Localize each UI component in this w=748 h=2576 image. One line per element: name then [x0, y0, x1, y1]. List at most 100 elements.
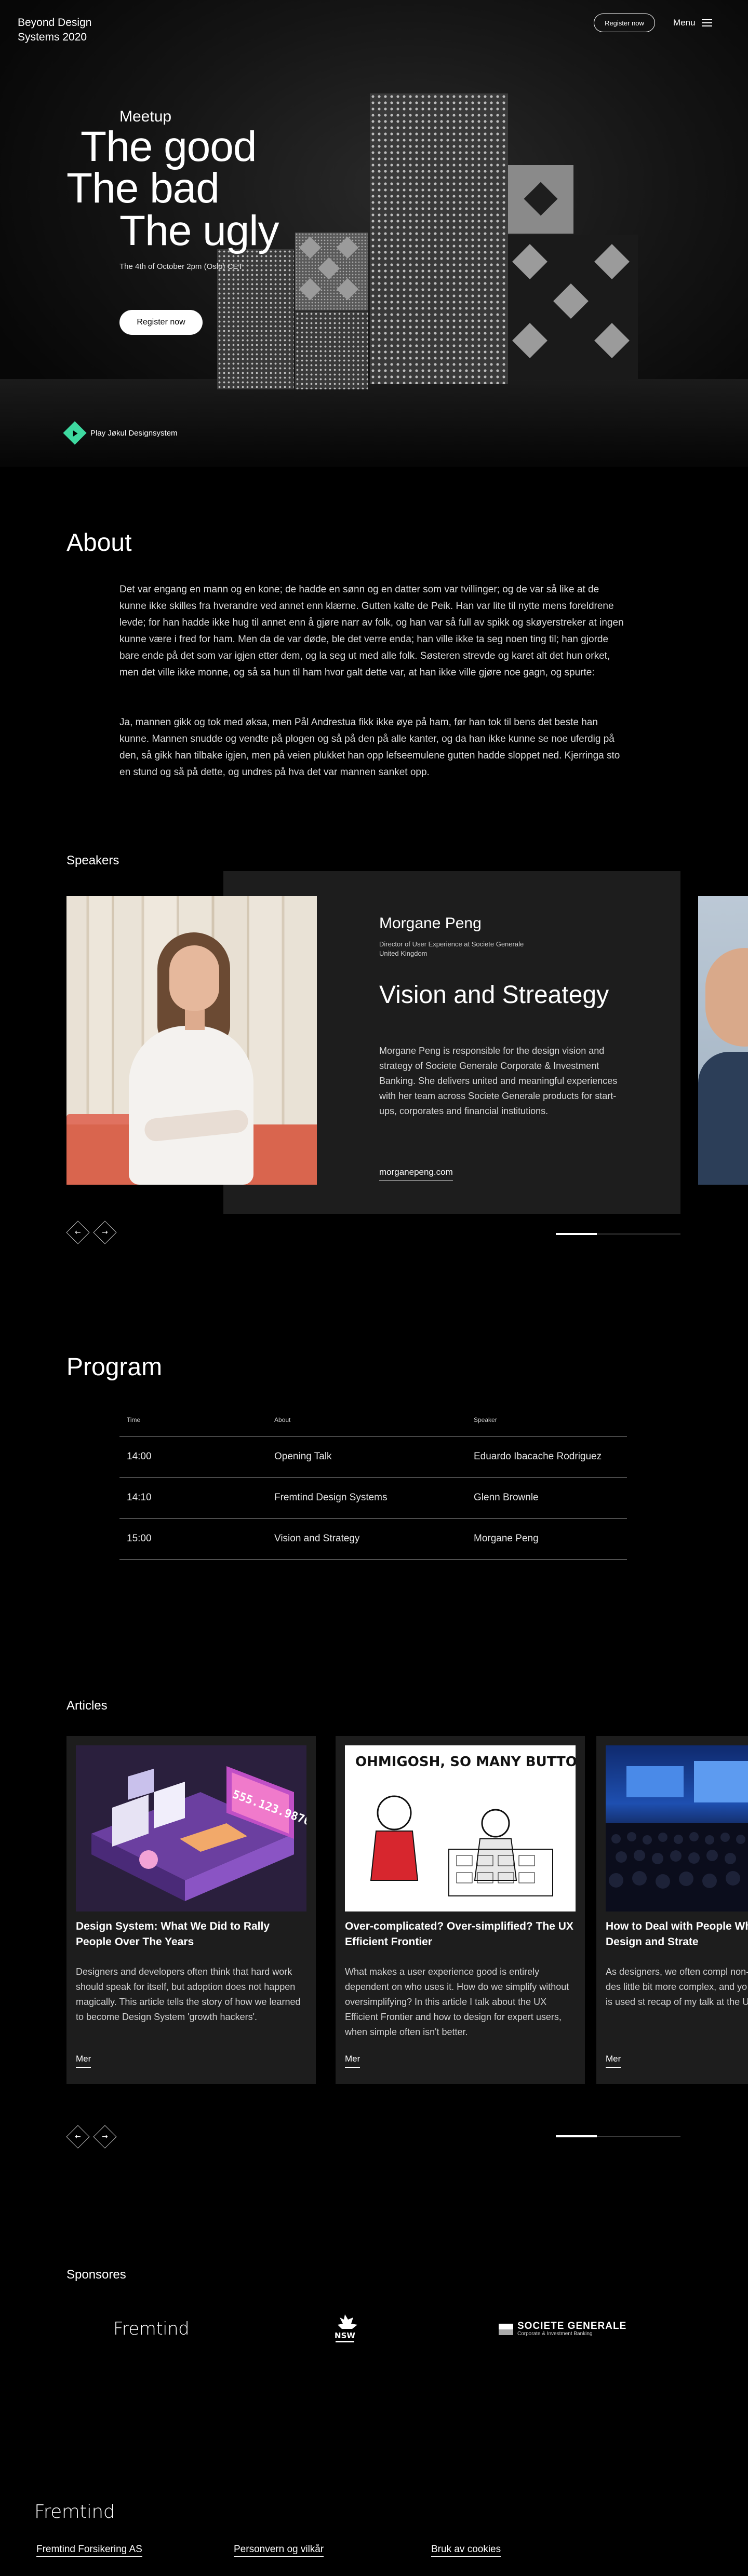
row-speaker: Glenn Brownle — [474, 1492, 539, 1503]
footer-link-cookies[interactable]: Bruk av cookies — [431, 2544, 501, 2557]
diamond-shape — [594, 244, 630, 279]
progress-fill — [556, 1233, 597, 1235]
article-excerpt: Designers and developers often think tha… — [76, 1967, 301, 2022]
article-title: How to Deal with People Wh Design — Desi… — [606, 1920, 748, 1948]
play-icon — [63, 421, 87, 445]
play-label: Play Jøkul Designsystem — [90, 428, 178, 438]
diamond-shape — [524, 182, 558, 216]
arrow-right-icon[interactable]: → — [93, 2125, 117, 2149]
article-more-link[interactable]: Mer — [606, 2054, 621, 2068]
register-pill-button[interactable]: Register now — [594, 13, 655, 32]
fremtind-logo[interactable]: Fremtind — [113, 2319, 190, 2339]
speakers-title: Speakers — [66, 853, 119, 867]
about-paragraph-1: Det var engang en mann og en kone; de ha… — [119, 584, 624, 678]
diamond-shape — [512, 244, 547, 279]
table-row: 14:10 Fremtind Design Systems Glenn Brow… — [119, 1477, 627, 1519]
diamond-shape — [336, 278, 359, 301]
event-date: The 4th of October 2pm (Oslo) CET — [119, 262, 243, 271]
hamburger-icon — [701, 19, 712, 26]
table-row: 14:00 Opening Talk Eduardo Ibacache Rodr… — [119, 1436, 627, 1477]
row-time: 14:10 — [127, 1492, 152, 1503]
column-about: About — [274, 1416, 291, 1423]
diamond-shape — [299, 236, 322, 259]
arrow-left-icon[interactable]: ← — [66, 1221, 90, 1244]
article-excerpt: As designers, we often compl non-designe… — [606, 1967, 748, 2007]
speaker-role: Director of User Experience at Societe G… — [379, 940, 597, 958]
column-time: Time — [127, 1416, 141, 1423]
table-row: 15:00 Vision and Strategy Morgane Peng — [119, 1519, 627, 1560]
register-button[interactable]: Register now — [119, 310, 203, 335]
column-speaker: Speaker — [474, 1416, 497, 1423]
hero-section: Beyond Design Systems 2020 Register now … — [0, 0, 748, 467]
conference-audience-image — [606, 1761, 748, 1911]
row-speaker: Eduardo Ibacache Rodriguez — [474, 1451, 602, 1462]
article-excerpt: What makes a user experience good is ent… — [345, 1967, 569, 2037]
diamond-panel — [508, 165, 573, 234]
program-table: Time About Speaker 14:00 Opening Talk Ed… — [119, 1416, 627, 1560]
pattern-panel — [295, 311, 368, 389]
article-more-link[interactable]: Mer — [345, 2054, 360, 2068]
nsw-wordmark: NSW — [335, 2331, 355, 2340]
program-table-header: Time About Speaker — [119, 1416, 627, 1436]
sg-wordmark: SOCIETE GENERALE — [517, 2321, 627, 2331]
menu-button[interactable]: Menu — [673, 16, 712, 30]
speaker-title: Director of User Experience at Societe G… — [379, 940, 524, 948]
diamond-shape — [512, 323, 547, 358]
stage-floor — [0, 379, 748, 467]
diamond-shape — [317, 257, 340, 280]
article-image-2: OHMIGOSH, SO MANY BUTTONS LET ME HELP! — [345, 1745, 576, 1911]
article-title: Design System: What We Did to Rally Peop… — [76, 1920, 270, 1948]
progress-fill — [556, 2135, 597, 2137]
sg-subline: Corporate & Investment Banking — [517, 2331, 593, 2337]
headline-line-3: The ugly — [119, 207, 279, 254]
diamond-panel — [508, 235, 638, 380]
article-image-3 — [606, 1745, 748, 1911]
row-time: 14:00 — [127, 1451, 152, 1462]
row-about: Vision and Strategy — [274, 1533, 360, 1544]
pattern-panel — [370, 93, 508, 384]
diamond-shape — [299, 278, 322, 301]
speaker-carousel-progress — [556, 1233, 680, 1235]
arrow-right-icon[interactable]: → — [93, 1221, 117, 1244]
pattern-panel — [295, 233, 368, 310]
cartoon-illustration: OHMIGOSH, SO MANY BUTTONS LET ME HELP! — [355, 1754, 576, 1896]
footer-link-privacy[interactable]: Personvern og vilkår — [234, 2544, 324, 2557]
about-title: About — [66, 529, 132, 557]
speaker-name: Morgane Peng — [379, 915, 482, 932]
speaker-bio: Morgane Peng is responsible for the desi… — [379, 1046, 618, 1116]
row-time: 15:00 — [127, 1533, 152, 1544]
footer-link-company[interactable]: Fremtind Forsikering AS — [36, 2544, 142, 2557]
article-more-link[interactable]: Mer — [76, 2054, 91, 2068]
row-speaker: Morgane Peng — [474, 1533, 539, 1544]
menu-label: Menu — [673, 18, 696, 28]
nsw-logo[interactable]: NSW — [330, 2312, 359, 2345]
footer-fremtind-logo[interactable]: Fremtind — [34, 2501, 115, 2523]
row-about: Opening Talk — [274, 1451, 332, 1462]
isometric-illustration: 555.123.9876 — [91, 1766, 306, 1901]
sponsors-title: Sponsores — [66, 2268, 126, 2282]
arrow-left-icon[interactable]: ← — [66, 2125, 90, 2149]
speaker-photo — [66, 896, 317, 1185]
next-speaker-photo[interactable] — [698, 896, 748, 1185]
article-carousel-progress — [556, 2135, 680, 2137]
articles-title: Articles — [66, 1699, 108, 1713]
cartoon-caption-1: OHMIGOSH, SO MANY BUTTONS LET ME HELP! — [355, 1754, 576, 1770]
article-image-1: 555.123.9876 — [76, 1745, 306, 1911]
sg-mark-icon — [499, 2324, 513, 2335]
article-card-2[interactable]: OHMIGOSH, SO MANY BUTTONS LET ME HELP! O… — [336, 1736, 585, 2084]
speaker-website-link[interactable]: morganepeng.com — [379, 1167, 453, 1181]
article-carousel-controls: ← → — [66, 2125, 117, 2149]
speaker-carousel-controls: ← → — [66, 1221, 117, 1244]
diamond-shape — [594, 323, 630, 358]
about-paragraph-2: Ja, mannen gikk og tok med øksa, men Pål… — [119, 717, 620, 778]
headline-line-2: The bad — [66, 165, 220, 212]
diamond-shape — [553, 283, 589, 319]
article-card-1[interactable]: 555.123.9876 Design System: What We Did … — [66, 1736, 316, 2084]
site-brand[interactable]: Beyond Design Systems 2020 — [18, 16, 132, 45]
societe-generale-logo[interactable]: SOCIETE GENERALE Corporate & Investment … — [499, 2321, 627, 2337]
article-card-3[interactable]: How to Deal with People Wh Design — Desi… — [596, 1736, 748, 2084]
speaker-country: United Kingdom — [379, 950, 428, 957]
article-title: Over-complicated? Over-simplified? The U… — [345, 1920, 573, 1948]
play-video-link[interactable]: Play Jøkul Designsystem — [63, 421, 178, 445]
talk-title: Vision and Streategy — [379, 981, 609, 1009]
